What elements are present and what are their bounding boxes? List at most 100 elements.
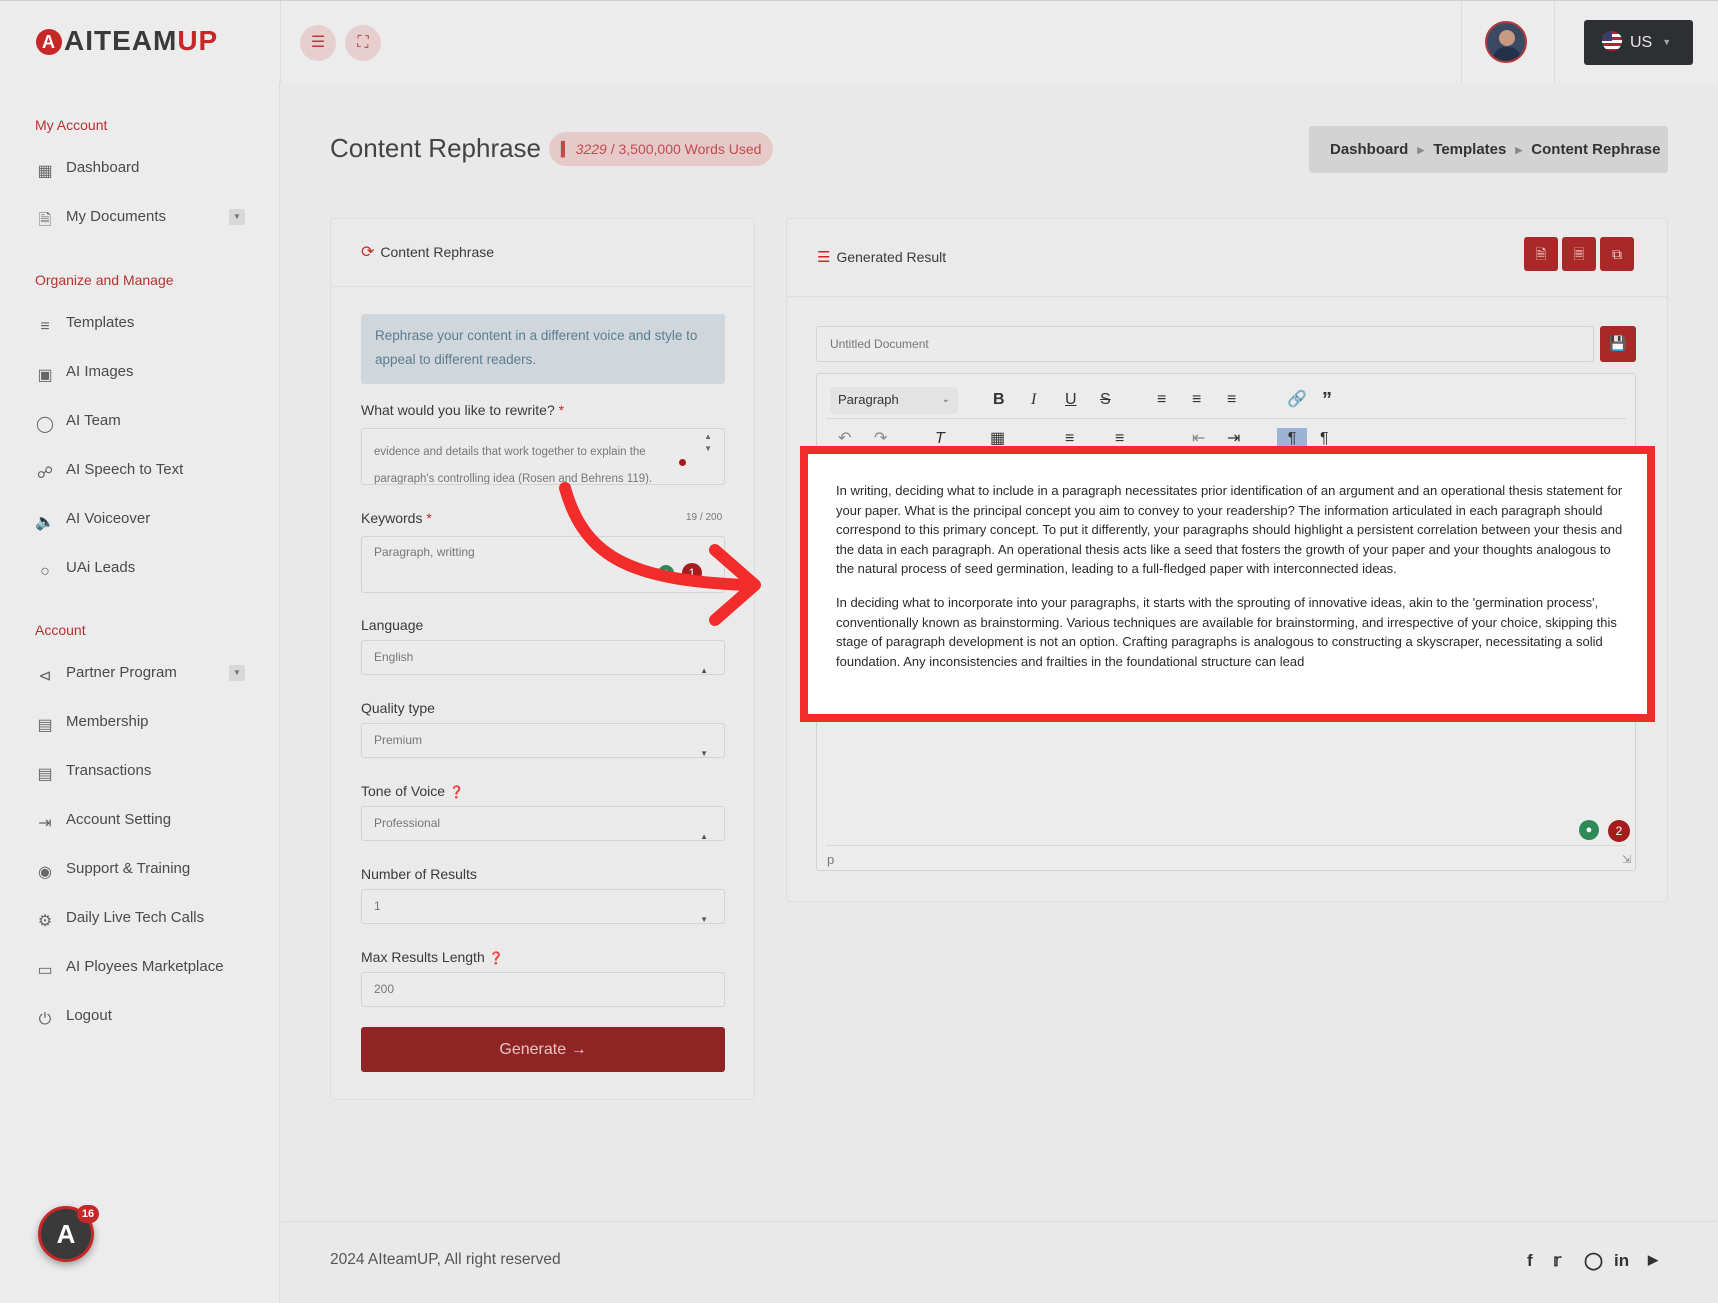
chevron-down-icon[interactable]: ▼ <box>229 209 245 225</box>
breadcrumb: Dashboard ▶ Templates ▶ Content Rephrase <box>1309 126 1668 173</box>
generated-text-area[interactable]: In writing, deciding what to include in … <box>800 446 1655 722</box>
sidebar-item-daily-live-tech-calls[interactable]: ⚙ Daily Live Tech Calls <box>35 906 245 930</box>
sidebar-item-templates[interactable]: ≡ Templates <box>35 311 245 335</box>
sidebar-item-label: AI Ployees Marketplace <box>66 958 224 975</box>
breadcrumb-dashboard[interactable]: Dashboard <box>1330 141 1408 158</box>
bold-button[interactable]: B <box>993 389 1005 411</box>
chevron-down-icon[interactable]: ▼ <box>229 665 245 681</box>
indent-icon: ⇥ <box>1227 430 1241 447</box>
facebook-icon[interactable]: f <box>1527 1251 1533 1271</box>
quality-select[interactable]: Premium ▼ <box>361 723 725 758</box>
sidebar-item-support-training[interactable]: ◉ Support & Training <box>35 857 245 881</box>
breadcrumb-current: Content Rephrase <box>1531 141 1661 158</box>
strikethrough-icon: S <box>1100 391 1111 408</box>
sidebar-item-transactions[interactable]: ▤ Transactions <box>35 759 245 783</box>
help-icon[interactable]: ❓ <box>489 951 504 965</box>
youtube-icon[interactable]: ▶ <box>1648 1252 1658 1268</box>
tone-value: Professional <box>374 816 441 830</box>
app-logo[interactable]: A AITEAMUP <box>36 25 218 57</box>
results-select[interactable]: 1 ▼ <box>361 889 725 924</box>
breadcrumb-templates[interactable]: Templates <box>1433 141 1506 158</box>
grammarly-icon[interactable]: ● <box>1579 820 1599 840</box>
sidebar-item-ai-images[interactable]: ▣ AI Images <box>35 360 245 384</box>
align-center-button[interactable]: ≡ <box>1192 389 1201 411</box>
sidebar-item-ai-voiceover[interactable]: 🔈 AI Voiceover <box>35 507 245 531</box>
quote-icon: ” <box>1322 389 1332 411</box>
expand-icon: ⛶ <box>357 34 369 51</box>
export-word-button[interactable]: 🗎 <box>1524 237 1558 271</box>
document-title-input[interactable]: Untitled Document <box>816 326 1594 362</box>
sidebar-item-uai-leads[interactable]: ○ UAi Leads <box>35 556 245 580</box>
issue-count-badge[interactable]: 2 <box>1608 820 1630 842</box>
save-document-button[interactable]: 💾 <box>1600 326 1636 362</box>
user-avatar[interactable] <box>1485 21 1527 63</box>
words-used-count: 3229 <box>575 141 607 157</box>
blockquote-button[interactable]: ” <box>1322 389 1332 411</box>
table-icon: ▦ <box>990 430 1006 447</box>
sidebar-item-logout[interactable]: ⏻ Logout <box>35 1004 245 1028</box>
words-used-badge: ▍ 3229 / 3,500,000 Words Used <box>549 132 774 166</box>
link-icon: 🔗 <box>1287 391 1307 408</box>
export-pdf-button[interactable]: 🗏 <box>1562 237 1596 271</box>
sidebar-item-dashboard[interactable]: ▦ Dashboard <box>35 156 245 180</box>
save-icon: 💾 <box>1609 335 1627 351</box>
italic-button[interactable]: I <box>1031 389 1036 411</box>
chevron-up-icon: ▲ <box>700 666 708 675</box>
results-label: Number of Results <box>361 866 477 882</box>
page-title: Content Rephrase <box>330 133 542 163</box>
instagram-icon[interactable]: ◯ <box>1584 1251 1603 1271</box>
sidebar-item-ai-speech-to-text[interactable]: ☍ AI Speech to Text <box>35 458 245 482</box>
sidebar-section-title: My Account <box>35 117 108 133</box>
monitor-icon: ▭ <box>37 962 53 979</box>
link-button[interactable]: 🔗 <box>1287 389 1307 411</box>
copy-button[interactable]: ⧉ <box>1600 237 1634 271</box>
rewrite-label: What would you like to rewrite? * <box>361 402 564 418</box>
max-length-value: 200 <box>374 982 395 996</box>
twitter-icon[interactable]: 𝕣 <box>1553 1251 1561 1271</box>
footer-copyright: 2024 AIteamUP, All right reserved <box>330 1251 561 1268</box>
rewrite-textarea[interactable]: evidence and details that work together … <box>361 428 725 485</box>
refresh-icon: ⟳ <box>361 244 375 261</box>
language-select[interactable]: English ▲ <box>361 640 725 675</box>
numbered-list-icon: ≡ <box>1115 430 1125 447</box>
list-icon: ☰ <box>817 249 831 266</box>
fullscreen-button[interactable]: ⛶ <box>345 25 381 61</box>
align-right-icon: ≡ <box>1227 391 1237 408</box>
align-right-button[interactable]: ≡ <box>1227 389 1236 411</box>
resize-handle-icon[interactable]: ⇲ <box>1622 853 1631 866</box>
tone-select[interactable]: Professional ▲ <box>361 806 725 841</box>
linkedin-icon[interactable]: in <box>1614 1251 1629 1271</box>
copy-icon: ⧉ <box>1612 246 1622 262</box>
max-length-label: Max Results Length ❓ <box>361 949 504 965</box>
menu-toggle-button[interactable]: ☰ <box>300 25 336 61</box>
strikethrough-button[interactable]: S <box>1100 389 1111 411</box>
generated-text: In writing, deciding what to include in … <box>836 481 1626 671</box>
sidebar: My Account ▦ Dashboard 🗎 My Documents ▼ Org… <box>0 82 280 1303</box>
underline-icon: U <box>1065 391 1077 408</box>
sidebar-item-partner-program[interactable]: ⊲ Partner Program ▼ <box>35 661 245 685</box>
sidebar-item-my-documents[interactable]: 🗎 My Documents ▼ <box>35 205 245 229</box>
generate-button[interactable]: Generate → <box>361 1027 725 1072</box>
paragraph-style-select[interactable]: Paragraph ⌄ <box>830 387 958 414</box>
sidebar-item-label: Logout <box>66 1007 112 1024</box>
sidebar-item-account-setting[interactable]: ⇥ Account Setting <box>35 808 245 832</box>
language-selector[interactable]: US ▼ <box>1584 20 1693 65</box>
sidebar-item-ai-team[interactable]: ◯ AI Team <box>35 409 245 433</box>
chevron-down-icon: ▼ <box>700 749 708 758</box>
scroll-arrows-icon[interactable]: ▲ ▼ <box>704 431 712 455</box>
align-left-button[interactable]: ≡ <box>1157 389 1166 411</box>
document-icon: 🗎 <box>38 212 52 229</box>
form-card-header: ⟳ Content Rephrase <box>331 219 754 287</box>
help-icon[interactable]: ❓ <box>449 785 464 799</box>
sidebar-item-ai-ployees-marketplace[interactable]: ▭ AI Ployees Marketplace <box>35 955 245 979</box>
sidebar-item-label: Transactions <box>66 762 152 779</box>
underline-button[interactable]: U <box>1065 389 1077 411</box>
sidebar-item-membership[interactable]: ▤ Membership <box>35 710 245 734</box>
chevron-up-icon: ▲ <box>700 832 708 841</box>
exit-icon: ⇥ <box>38 815 52 832</box>
max-length-input[interactable]: 200 <box>361 972 725 1007</box>
sidebar-item-label: Account Setting <box>66 811 172 828</box>
eye-icon: ◉ <box>38 864 52 881</box>
tone-label-text: Tone of Voice <box>361 783 446 799</box>
sidebar-item-label: UAi Leads <box>66 559 136 576</box>
